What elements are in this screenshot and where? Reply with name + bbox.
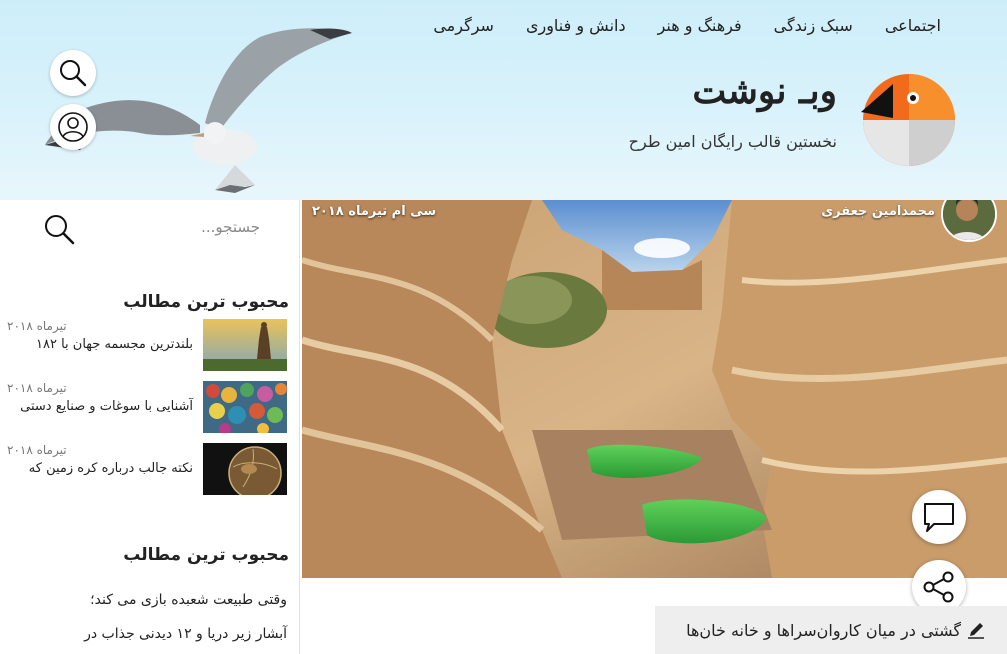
post-date: تیرماه ۲۰۱۸ bbox=[7, 443, 67, 457]
canyon-photo bbox=[302, 200, 1007, 578]
search-icon bbox=[60, 60, 87, 87]
share-icon bbox=[923, 571, 954, 603]
site-logo[interactable] bbox=[859, 72, 957, 168]
comment-icon bbox=[924, 503, 954, 532]
nav-item-culture-art[interactable]: فرهنگ و هنر bbox=[658, 16, 742, 35]
post-title[interactable]: گشتی در میان کاروان‌سراها و خانه خان‌ها bbox=[686, 621, 961, 640]
author-name[interactable]: محمدامین جعفری bbox=[821, 204, 935, 219]
featured-post[interactable]: محمدامین جعفری سی ام تیرماه ۲۰۱۸ bbox=[302, 200, 1007, 578]
nav-item-entertainment[interactable]: سرگرمی bbox=[433, 16, 494, 35]
popular-posts-title: محبوب ترین مطالب bbox=[123, 292, 289, 312]
nav-item-lifestyle[interactable]: سبک زندگی bbox=[774, 16, 853, 35]
site-header: اجتماعی سبک زندگی فرهنگ و هنر دانش و فنا… bbox=[0, 0, 1007, 200]
sidebar-search-input[interactable] bbox=[110, 214, 260, 240]
popular-item-souvenir[interactable]: تیرماه ۲۰۱۸ آشنایی با سوغات و صنایع دستی bbox=[7, 381, 287, 435]
popular-item-earth[interactable]: تیرماه ۲۰۱۸ نکته جالب درباره کره زمین که bbox=[7, 443, 287, 497]
sidebar: محبوب ترین مطالب تیرماه ۲۰۱۸ بلندترین مج… bbox=[0, 200, 300, 654]
popular-posts-title-2: محبوب ترین مطالب bbox=[123, 545, 289, 565]
comment-button[interactable] bbox=[912, 490, 966, 544]
user-icon bbox=[58, 112, 88, 142]
post-thumbnail-statue bbox=[203, 319, 287, 371]
post-title[interactable]: آشنایی با سوغات و صنایع دستی bbox=[20, 399, 193, 414]
header-search-button[interactable] bbox=[50, 50, 96, 96]
post-thumbnail-globe bbox=[203, 443, 287, 495]
header-user-button[interactable] bbox=[50, 104, 96, 150]
text-list-item[interactable]: وقتی طبیعت شعبده بازی می کند؛ bbox=[90, 592, 287, 608]
nav-item-science-tech[interactable]: دانش و فناوری bbox=[526, 16, 626, 35]
pencil-icon bbox=[968, 623, 984, 639]
sidebar-search bbox=[0, 200, 300, 256]
search-icon[interactable] bbox=[42, 212, 76, 246]
post-title[interactable]: بلندترین مجسمه جهان با ۱۸۲ bbox=[36, 337, 193, 352]
post-title-bar[interactable]: گشتی در میان کاروان‌سراها و خانه خان‌ها bbox=[655, 606, 1007, 654]
nav-item-social[interactable]: اجتماعی bbox=[885, 16, 941, 35]
site-subtitle: نخستین قالب رایگان امین طرح bbox=[628, 132, 837, 151]
site-title[interactable]: وبـ نوشت bbox=[692, 70, 837, 112]
post-thumbnail-souvenir bbox=[203, 381, 287, 433]
post-date: سی ام تیرماه ۲۰۱۸ bbox=[312, 204, 437, 219]
post-title[interactable]: نکته جالب درباره کره زمین که bbox=[29, 461, 193, 476]
post-date: تیرماه ۲۰۱۸ bbox=[7, 319, 67, 333]
popular-item-statue[interactable]: تیرماه ۲۰۱۸ بلندترین مجسمه جهان با ۱۸۲ bbox=[7, 319, 287, 373]
post-date: تیرماه ۲۰۱۸ bbox=[7, 381, 67, 395]
toucan-logo-icon bbox=[861, 74, 955, 166]
text-list-item[interactable]: آبشار زیر دریا و ۱۲ دیدنی جذاب در bbox=[84, 626, 287, 642]
main-nav: اجتماعی سبک زندگی فرهنگ و هنر دانش و فنا… bbox=[433, 16, 941, 35]
